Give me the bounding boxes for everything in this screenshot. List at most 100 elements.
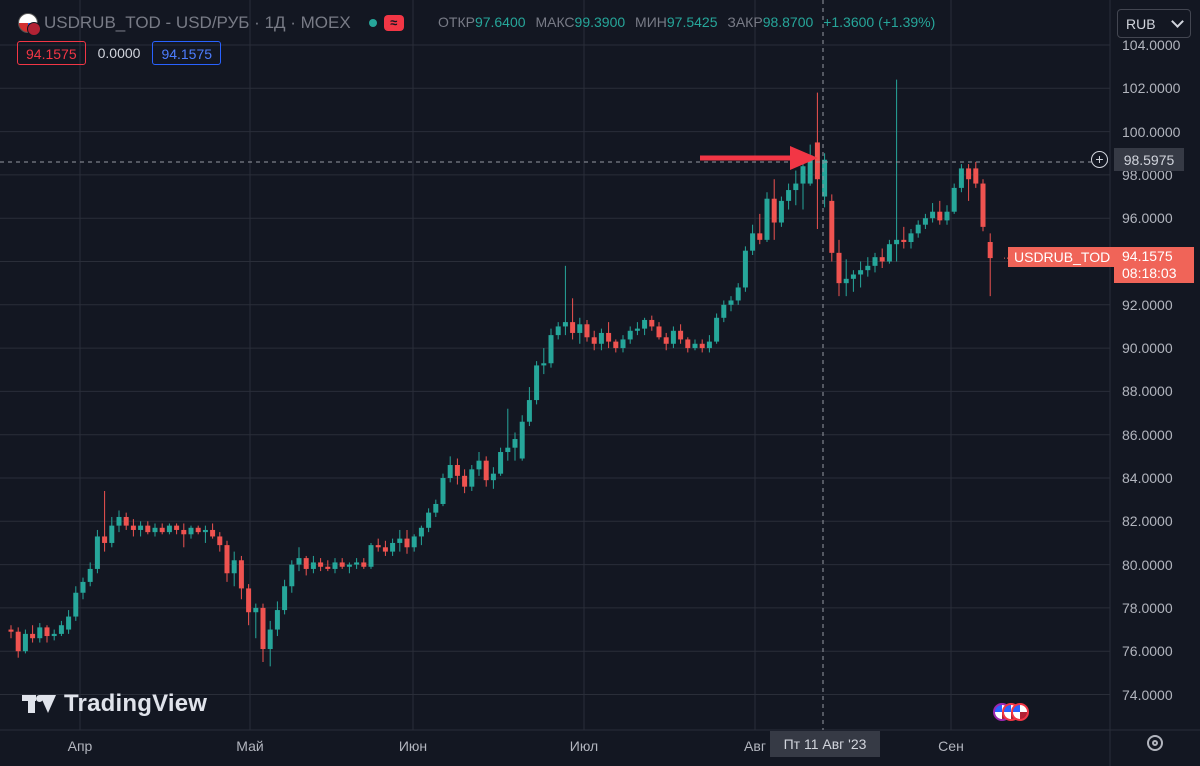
candle-body [771,198,777,223]
close-label: ЗАКР [727,14,763,30]
candle-body [915,224,921,234]
add-alert-plus-icon[interactable]: + [1091,151,1108,168]
candle-body [181,529,187,535]
candle-body [375,545,381,548]
candle-body [210,529,216,537]
candle-body [303,558,309,569]
candle-body [483,460,489,481]
bar-countdown: 08:18:03 [1122,265,1177,281]
ohlc-values: ОТКР97.6400 МАКС99.3900 МИН97.5425 ЗАКР9… [438,14,935,30]
candle-body [159,527,165,533]
currency-flag-icon [18,13,41,36]
time-axis[interactable]: Апр Май Июн Июл Авг Сен [0,730,1110,766]
candle-body [361,562,367,567]
candle-body [519,421,525,459]
high-label: МАКС [535,14,575,30]
spread-value: 0.0000 [97,45,141,61]
candle-body [454,465,460,476]
candle-body [562,322,568,327]
price-tick-label: 90.0000 [1122,340,1173,357]
candle-body [584,324,590,338]
candle-body [166,525,172,533]
candle-body [742,250,748,288]
candle-body [548,335,554,364]
candle-body [238,560,244,589]
price-axis[interactable]: 104.0000102.0000100.000098.000096.000094… [1110,0,1200,730]
candle-body [793,183,799,191]
settings-gear-icon[interactable] [1147,735,1163,751]
crosshair-price-label: 98.5975 [1114,148,1184,171]
price-tick-label: 86.0000 [1122,426,1173,443]
candle-body [901,239,907,243]
candle-body [778,200,784,223]
economic-events[interactable] [993,703,1043,723]
candle-body [368,545,374,567]
candle-body [764,198,770,240]
symbol-title: USDRUB_TOD - USD/РУБ · 1Д · MOEX [44,13,351,32]
candle-body [606,332,612,342]
candle-body [721,304,727,318]
candles [8,79,993,667]
last-price-symbol-label: USDRUB_TOD [1008,247,1117,267]
candle-body [699,343,705,349]
price-tick-label: 76.0000 [1122,643,1173,660]
candle-body [260,607,266,650]
candle-body [217,536,223,546]
candle-body [253,607,259,613]
candle-body [318,562,324,567]
open-value: 97.6400 [474,14,526,30]
time-tick-label: Авг [744,738,766,754]
candle-body [462,475,468,487]
last-price-label: 94.1575 08:18:03 [1114,247,1194,283]
sell-price-button[interactable]: 94.1575 [17,41,86,65]
candle-body [30,633,36,639]
candle-body [555,326,561,336]
candle-body [80,581,86,593]
candle-body [706,341,712,349]
grid [0,0,1200,766]
candle-body [649,319,655,327]
wave-icon[interactable]: ≈ [383,15,404,31]
time-tick-label: Сен [938,738,964,754]
low-label: МИН [635,14,667,30]
candle-body [800,166,806,184]
us-event-flag-icon[interactable] [1011,703,1029,721]
candle-body [879,257,885,262]
price-tick-label: 100.0000 [1122,123,1181,140]
candle-body [685,339,691,349]
candle-body [534,365,540,401]
high-value: 99.3900 [574,14,626,30]
candle-body [447,465,453,478]
chart-canvas[interactable] [0,0,1200,766]
bid-ask-panel: 94.1575 0.0000 94.1575 [17,41,222,65]
candle-body [498,452,504,474]
candle-body [937,211,943,221]
candle-body [642,319,648,329]
symbol-legend[interactable]: USDRUB_TOD - USD/РУБ · 1Д · MOEX ≈ [18,12,404,36]
candle-body [958,168,964,188]
candle-body [980,183,986,227]
candle-body [15,631,21,652]
candle-body [670,330,676,344]
buy-price-button[interactable]: 94.1575 [152,41,222,65]
candle-body [310,562,316,569]
candle-body [872,257,878,266]
crosshair-date-label: Пт 11 Авг '23 [770,731,880,757]
price-tick-label: 84.0000 [1122,470,1173,486]
candle-body [138,525,144,530]
time-tick-label: Май [236,738,264,754]
price-tick-label: 96.0000 [1122,210,1173,227]
candle-body [346,564,352,567]
candle-body [130,525,136,530]
candle-body [267,629,273,650]
candle-body [886,244,892,262]
candle-body [728,300,734,305]
candle-body [786,190,792,201]
candle-body [22,633,28,652]
candle-body [51,633,57,637]
candle-body [382,547,388,552]
candle-body [512,439,518,448]
candle-body [37,627,43,639]
candle-body [274,610,280,630]
candle-body [836,252,842,284]
